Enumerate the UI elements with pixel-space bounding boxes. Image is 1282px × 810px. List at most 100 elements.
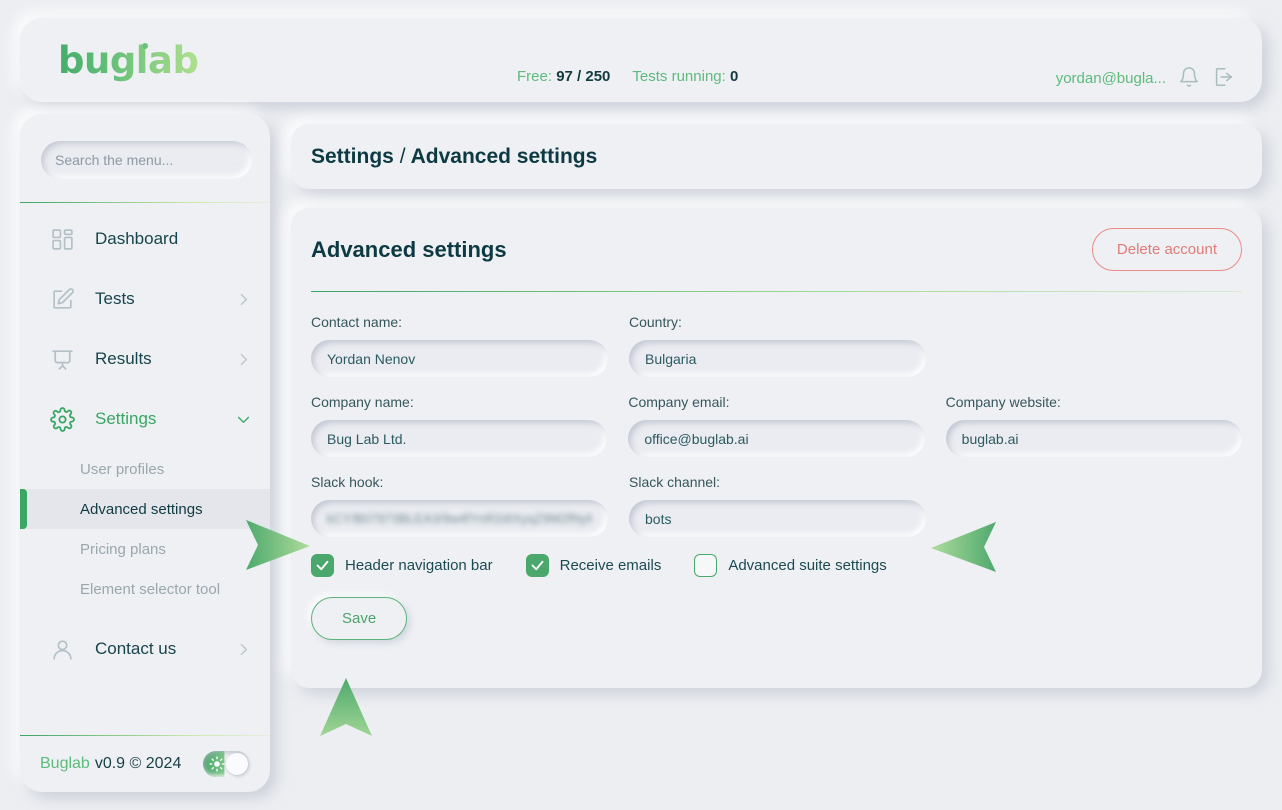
checkbox-box[interactable] <box>311 554 334 577</box>
chevron-right-icon[interactable] <box>235 351 252 368</box>
sidebar-footer: Buglab v0.9 © 2024 <box>20 736 270 792</box>
sidebar-item-label: Contact us <box>95 639 177 658</box>
slack-channel-input[interactable] <box>645 510 910 527</box>
form-row-2: Company name: Company email: Company web… <box>311 394 1242 457</box>
sidebar-item-label: Tests <box>95 289 135 308</box>
user-email[interactable]: yordan@bugla... <box>1056 70 1166 87</box>
close-icon[interactable] <box>236 152 238 168</box>
search-input[interactable] <box>55 152 236 168</box>
sidebar-item-label: Results <box>95 349 152 368</box>
card-header: Advanced settings Delete account <box>291 208 1262 291</box>
delete-account-button[interactable]: Delete account <box>1091 228 1242 271</box>
breadcrumb-current: Advanced settings <box>410 144 598 168</box>
submenu-label: Element selector tool <box>80 580 221 598</box>
contact-name-input-wrap[interactable] <box>311 340 608 377</box>
footer-version: v0.9 © 2024 <box>94 755 182 772</box>
sidebar-item-label: Dashboard <box>95 229 179 248</box>
buglab-logo[interactable]: buglab <box>40 39 199 82</box>
field-label: Company name: <box>311 394 414 410</box>
sidebar-item-label: Settings <box>95 409 157 428</box>
free-tests-label: Free: <box>517 68 553 85</box>
sidebar-item-user-profiles[interactable]: User profiles <box>20 449 270 489</box>
form-row-3: Slack hook: Slack channel: <box>311 474 1242 537</box>
sidebar-item-advanced-settings[interactable]: Advanced settings <box>20 489 270 529</box>
sidebar-item-settings[interactable]: Settings <box>20 389 270 449</box>
field-label: Contact name: <box>311 314 403 330</box>
sidebar-item-results[interactable]: Results <box>20 329 270 389</box>
top-header-bar: buglab Free: 97 / 250 Tests running: 0 y… <box>20 18 1262 102</box>
company-email-input-wrap[interactable] <box>628 420 925 457</box>
company-name-input[interactable] <box>327 430 592 447</box>
toggle-knob <box>226 753 248 775</box>
checkbox-label: Advanced suite settings <box>728 557 887 574</box>
checkbox-label: Header navigation bar <box>345 557 493 574</box>
breadcrumb-parent[interactable]: Settings <box>311 145 394 168</box>
checkbox-row: Header navigation bar Receive emails Adv… <box>311 554 1242 577</box>
sidebar: Dashboard Tests Results <box>20 114 270 792</box>
submenu-label: User profiles <box>80 460 165 478</box>
breadcrumb-card: Settings / Advanced settings <box>291 124 1262 189</box>
save-button[interactable]: Save <box>311 597 408 640</box>
field-label: Company website: <box>945 394 1061 410</box>
field-contact-name: Contact name: <box>311 314 608 377</box>
breadcrumb: Settings / Advanced settings <box>311 145 597 169</box>
field-company-website: Company website: <box>945 394 1242 457</box>
header-user-area: yordan@bugla... <box>1056 66 1234 90</box>
chevron-down-icon[interactable] <box>235 411 252 428</box>
contact-name-input[interactable] <box>327 350 592 367</box>
tests-running-stat: Tests running: 0 <box>632 68 738 85</box>
page-title: Advanced settings <box>311 236 507 262</box>
checkbox-label: Receive emails <box>559 557 662 574</box>
field-slack-channel: Slack channel: <box>629 474 926 537</box>
sidebar-item-element-selector-tool[interactable]: Element selector tool <box>20 569 270 609</box>
checkbox-receive-emails[interactable]: Receive emails <box>525 554 662 577</box>
sidebar-item-tests[interactable]: Tests <box>20 269 270 329</box>
field-company-name: Company name: <box>311 394 608 457</box>
bell-icon[interactable] <box>1178 66 1200 90</box>
slack-channel-input-wrap[interactable] <box>629 500 926 537</box>
chevron-right-icon[interactable] <box>235 291 252 308</box>
slack-hook-input[interactable] <box>327 511 592 526</box>
sun-icon <box>209 756 225 772</box>
advanced-settings-card: Advanced settings Delete account Contact… <box>291 208 1262 688</box>
sidebar-item-pricing-plans[interactable]: Pricing plans <box>20 529 270 569</box>
company-name-input-wrap[interactable] <box>311 420 608 457</box>
presentation-icon <box>50 347 75 372</box>
field-company-email: Company email: <box>628 394 925 457</box>
checkbox-box[interactable] <box>525 554 549 577</box>
checkbox-box[interactable] <box>694 554 718 577</box>
menu-search-box[interactable] <box>41 141 252 179</box>
field-label: Country: <box>629 314 682 330</box>
checkbox-header-navigation-bar[interactable]: Header navigation bar <box>311 554 493 577</box>
checkbox-advanced-suite-settings[interactable]: Advanced suite settings <box>694 554 887 577</box>
footer-brand: Buglab <box>40 755 90 772</box>
user-icon <box>50 637 75 662</box>
field-label: Slack hook: <box>311 474 384 490</box>
breadcrumb-separator: / <box>399 144 406 168</box>
free-tests-stat: Free: 97 / 250 <box>517 68 610 85</box>
sidebar-item-contact-us[interactable]: Contact us <box>20 619 270 679</box>
country-input-wrap[interactable] <box>629 340 926 377</box>
company-website-input[interactable] <box>961 430 1226 447</box>
company-website-input-wrap[interactable] <box>945 420 1242 457</box>
header-stats: Free: 97 / 250 Tests running: 0 <box>517 68 738 85</box>
check-icon <box>531 560 544 571</box>
slack-hook-input-wrap[interactable] <box>311 500 608 537</box>
field-country: Country: <box>629 314 926 377</box>
submenu-label: Advanced settings <box>80 500 203 518</box>
company-email-input[interactable] <box>644 430 909 447</box>
chevron-right-icon[interactable] <box>235 641 252 658</box>
theme-toggle[interactable] <box>203 751 250 777</box>
logout-icon[interactable] <box>1212 66 1234 90</box>
country-input[interactable] <box>645 350 910 367</box>
free-tests-value: 97 / 250 <box>556 68 611 85</box>
sidebar-item-dashboard[interactable]: Dashboard <box>20 209 270 269</box>
form-row-1: Contact name: Country: <box>311 314 1242 377</box>
tests-running-label: Tests running: <box>632 68 726 85</box>
edit-pencil-icon <box>50 287 75 312</box>
dashboard-grid-icon <box>50 227 75 252</box>
tests-running-value: 0 <box>729 68 739 85</box>
field-slack-hook: Slack hook: <box>311 474 608 537</box>
check-icon <box>316 560 329 571</box>
gear-icon <box>50 406 75 432</box>
